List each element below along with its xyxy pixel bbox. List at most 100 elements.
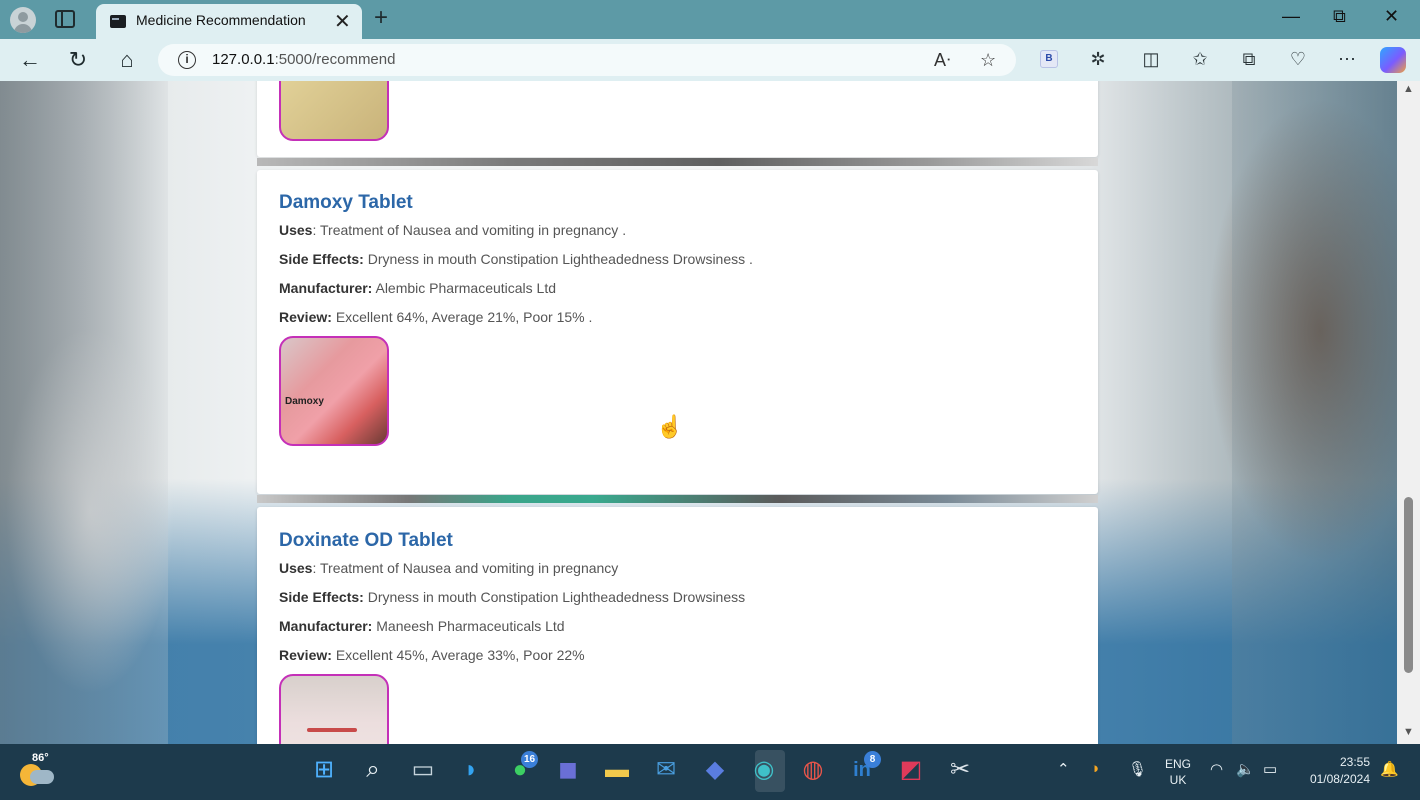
medicine-review: Review: Excellent 45%, Average 33%, Poor… — [279, 647, 585, 663]
microphone-icon[interactable]: 🎙 — [1128, 760, 1147, 778]
jetbrains-icon[interactable]: ◩ — [896, 754, 926, 786]
medicine-side-effects: Side Effects: Dryness in mouth Constipat… — [279, 589, 745, 605]
scroll-down-icon[interactable]: ▼ — [1403, 726, 1414, 738]
windows-taskbar: 86° ⊞ ⌕ ▭ ◗ ● 16 ◼ ▬ ✉ ◆ ◉ ◍ in 8 ◩ ✂ ⌃ … — [0, 744, 1420, 800]
restore-icon[interactable]: ⧉ — [1333, 6, 1346, 27]
hand-cursor-icon: ☝ — [656, 414, 684, 439]
medicine-card-previous — [257, 81, 1098, 157]
uses-value: : Treatment of Nausea and vomiting in pr… — [312, 222, 627, 238]
medicine-manufacturer: Manufacturer: Alembic Pharmaceuticals Lt… — [279, 280, 556, 296]
address-bar[interactable]: i 127.0.0.1:5000/recommend Aᐧ ☆ — [158, 44, 1016, 76]
snipping-tool-icon[interactable]: ✂ — [945, 754, 975, 786]
weather-cloud-icon — [30, 770, 54, 784]
tray-app-icon[interactable]: ◑ — [1090, 760, 1099, 777]
refresh-icon[interactable]: ↻ — [64, 47, 92, 73]
side-effects-value: Dryness in mouth Constipation Lightheade… — [367, 589, 746, 605]
collections-icon[interactable]: ⧉ — [1237, 49, 1261, 70]
page-scrollbar[interactable]: ▲ ▼ — [1397, 81, 1420, 744]
medicine-uses: Uses: Treatment of Nausea and vomiting i… — [279, 222, 626, 238]
volume-icon[interactable]: 🔈 — [1236, 760, 1255, 778]
site-info-icon[interactable]: i — [178, 51, 196, 69]
chrome-icon[interactable]: ◍ — [798, 754, 828, 786]
uses-label: Uses — [279, 222, 313, 238]
system-clock[interactable]: 23:55 01/08/2024 — [1295, 754, 1370, 788]
minimize-icon[interactable]: — — [1282, 6, 1300, 27]
background-panel-left — [0, 81, 168, 744]
clock-date: 01/08/2024 — [1309, 772, 1370, 786]
search-icon[interactable]: ⌕ — [358, 754, 388, 786]
favorite-star-icon[interactable]: ☆ — [980, 50, 996, 71]
medicine-image: Damoxy — [279, 336, 389, 446]
vscode-icon[interactable]: ◗ — [456, 754, 486, 786]
browser-toolbar: ← ↻ ⌂ i 127.0.0.1:5000/recommend Aᐧ ☆ B … — [0, 39, 1420, 81]
active-tab[interactable]: Medicine Recommendation ✕ — [96, 4, 362, 39]
back-icon[interactable]: ← — [16, 47, 44, 73]
medicine-image — [279, 674, 389, 744]
extension-b-icon[interactable]: B — [1040, 50, 1058, 68]
tab-close-icon[interactable]: ✕ — [334, 9, 351, 34]
task-view-icon[interactable]: ▭ — [408, 754, 438, 786]
home-icon[interactable]: ⌂ — [113, 47, 141, 73]
review-label: Review: — [279, 309, 332, 325]
new-tab-icon[interactable]: + — [374, 4, 388, 32]
manufacturer-label: Manufacturer: — [279, 280, 373, 296]
tray-overflow-icon[interactable]: ⌃ — [1057, 760, 1070, 778]
medicine-side-effects: Side Effects: Dryness in mouth Constipat… — [279, 251, 753, 267]
split-screen-icon[interactable]: ◫ — [1139, 49, 1163, 70]
favorites-icon[interactable]: ✩ — [1188, 49, 1212, 70]
media-app-icon[interactable]: ◆ — [700, 754, 730, 786]
linkedin-badge: 8 — [864, 751, 881, 768]
review-value: Excellent 45%, Average 33%, Poor 22% — [335, 647, 585, 663]
start-button-icon[interactable]: ⊞ — [309, 754, 339, 786]
teams-icon[interactable]: ◼ — [553, 754, 583, 786]
medicine-manufacturer: Manufacturer: Maneesh Pharmaceuticals Lt… — [279, 618, 565, 634]
side-effects-label: Side Effects: — [279, 251, 364, 267]
card-divider — [257, 495, 1098, 503]
copilot-icon[interactable] — [1380, 47, 1406, 73]
url-text: 127.0.0.1:5000/recommend — [212, 51, 395, 68]
more-menu-icon[interactable]: ⋯ — [1335, 49, 1359, 70]
language-indicator[interactable]: ENG UK — [1163, 756, 1193, 788]
medicine-uses: Uses: Treatment of Nausea and vomiting i… — [279, 560, 618, 576]
whatsapp-badge: 16 — [521, 751, 538, 768]
clock-time: 23:55 — [1339, 755, 1370, 769]
side-effects-value: Dryness in mouth Constipation Lightheade… — [367, 251, 753, 267]
mail-icon[interactable]: ✉ — [651, 754, 681, 786]
file-explorer-icon[interactable]: ▬ — [602, 754, 632, 786]
window-close-icon[interactable]: ✕ — [1384, 6, 1399, 27]
extensions-icon[interactable]: ✲ — [1086, 49, 1110, 70]
browser-essentials-icon[interactable]: ♡ — [1286, 49, 1310, 70]
edge-browser-icon[interactable]: ◉ — [749, 754, 779, 786]
manufacturer-value: Alembic Pharmaceuticals Ltd — [375, 280, 557, 296]
browser-tab-bar: Medicine Recommendation ✕ + — ⧉ ✕ — [0, 0, 1420, 39]
language-region: UK — [1169, 773, 1187, 787]
scroll-up-icon[interactable]: ▲ — [1403, 83, 1414, 95]
read-aloud-icon[interactable]: Aᐧ — [934, 50, 951, 71]
medicine-image — [279, 81, 389, 141]
tab-actions-icon[interactable] — [55, 10, 75, 28]
uses-value: : Treatment of Nausea and vomiting in pr… — [312, 560, 619, 576]
tab-favicon-icon — [110, 15, 126, 28]
language-code: ENG — [1164, 757, 1191, 771]
weather-temperature: 86° — [32, 752, 49, 764]
side-effects-label: Side Effects: — [279, 589, 364, 605]
manufacturer-value: Maneesh Pharmaceuticals Ltd — [376, 618, 565, 634]
uses-label: Uses — [279, 560, 313, 576]
medicine-image-label: Damoxy — [285, 396, 324, 407]
tab-title: Medicine Recommendation — [136, 12, 306, 28]
wifi-icon[interactable]: ◠ — [1210, 760, 1223, 778]
scrollbar-thumb[interactable] — [1404, 497, 1413, 673]
medicine-review: Review: Excellent 64%, Average 21%, Poor… — [279, 309, 592, 325]
card-divider — [257, 158, 1098, 166]
notification-bell-icon[interactable]: 🔔 — [1380, 760, 1399, 778]
manufacturer-label: Manufacturer: — [279, 618, 373, 634]
page-viewport: Damoxy Tablet Uses: Treatment of Nausea … — [0, 81, 1397, 744]
medicine-card: Damoxy Tablet Uses: Treatment of Nausea … — [257, 170, 1098, 494]
medicine-name: Damoxy Tablet — [279, 192, 413, 213]
profile-avatar-icon[interactable] — [10, 7, 36, 33]
weather-widget[interactable]: 86° — [20, 752, 54, 786]
medicine-name: Doxinate OD Tablet — [279, 530, 453, 551]
battery-icon[interactable]: ▭ — [1263, 760, 1277, 778]
review-value: Excellent 64%, Average 21%, Poor 15% . — [335, 309, 593, 325]
background-panel-right — [1232, 81, 1397, 744]
